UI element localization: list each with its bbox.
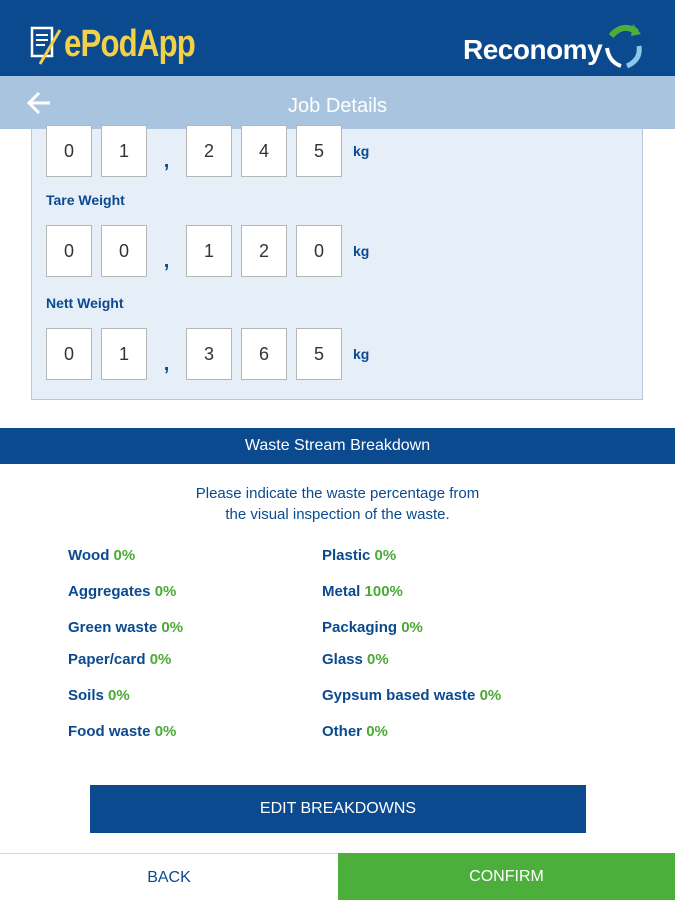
waste-item-label: Aggregates: [68, 583, 151, 600]
title-bar: Job Details: [0, 76, 675, 129]
gross-weight-row: 0 1 , 2 4 5 kg: [46, 125, 369, 177]
tare-weight-label: Tare Weight: [46, 192, 125, 208]
waste-item-value: 0%: [401, 619, 423, 636]
waste-item-glass: Glass 0%: [322, 651, 389, 668]
waste-item-value: 0%: [113, 547, 136, 564]
gross-digit-2[interactable]: 1: [101, 125, 147, 177]
waste-item-packaging: Packaging 0%: [322, 619, 423, 636]
waste-item-value: 0%: [108, 687, 130, 704]
nett-digit-5[interactable]: 5: [296, 328, 342, 380]
waste-item-green-waste: Green waste 0%: [68, 619, 183, 636]
decimal-separator: ,: [163, 353, 170, 375]
app-header: ePodApp Reconomy: [0, 0, 675, 76]
waste-stream-header: Waste Stream Breakdown: [0, 428, 675, 464]
waste-item-value: 0%: [366, 723, 388, 740]
tare-digit-2[interactable]: 0: [101, 225, 147, 277]
recycle-icon: [605, 24, 642, 69]
waste-item-label: Soils: [68, 687, 104, 704]
edit-breakdowns-button[interactable]: EDIT BREAKDOWNS: [90, 785, 586, 833]
decimal-separator: ,: [163, 250, 170, 272]
waste-item-other: Other 0%: [322, 723, 388, 740]
nett-weight-label: Nett Weight: [46, 295, 124, 311]
waste-item-label: Gypsum based waste: [322, 687, 476, 704]
waste-item-paper-card: Paper/card 0%: [68, 651, 171, 668]
bottom-action-bar: BACK CONFIRM: [0, 853, 675, 900]
reconomy-logo-text: Reconomy: [463, 34, 603, 65]
nett-weight-row: 0 1 , 3 6 5 kg: [46, 328, 369, 380]
waste-item-value: 0%: [374, 547, 397, 564]
back-arrow-icon[interactable]: [22, 86, 58, 120]
waste-item-label: Metal: [322, 583, 361, 600]
waste-item-label: Glass: [322, 651, 363, 668]
back-button[interactable]: BACK: [0, 853, 338, 900]
waste-item-value: 0%: [154, 583, 177, 600]
weights-panel: 0 1 , 2 4 5 kg Tare Weight 0 0 , 1 2 0 k…: [31, 125, 643, 400]
tare-digit-5[interactable]: 0: [296, 225, 342, 277]
nett-unit: kg: [353, 346, 370, 362]
tare-digit-4[interactable]: 2: [241, 225, 287, 277]
waste-item-label: Food waste: [68, 723, 151, 740]
waste-item-value: 0%: [154, 723, 177, 740]
confirm-button[interactable]: CONFIRM: [338, 853, 675, 900]
waste-item-label: Paper/card: [68, 651, 146, 668]
decimal-separator: ,: [163, 150, 170, 172]
epodapp-logo-text: ePodApp: [64, 23, 196, 65]
tare-digit-3[interactable]: 1: [186, 225, 232, 277]
nett-digit-3[interactable]: 3: [186, 328, 232, 380]
instruction-line-1: Please indicate the waste percentage fro…: [195, 485, 480, 502]
waste-item-plastic: Plastic 0%: [322, 547, 396, 564]
waste-item-metal: Metal 100%: [322, 583, 403, 600]
waste-item-soils: Soils 0%: [68, 687, 130, 704]
gross-digit-4[interactable]: 4: [241, 125, 287, 177]
waste-instruction: Please indicate the waste percentage fro…: [0, 483, 675, 525]
waste-item-value: 0%: [161, 619, 184, 636]
nett-digit-4[interactable]: 6: [241, 328, 287, 380]
waste-item-label: Other: [322, 723, 363, 740]
waste-item-aggregates: Aggregates 0%: [68, 583, 176, 600]
tare-weight-row: 0 0 , 1 2 0 kg: [46, 225, 369, 277]
waste-item-label: Packaging: [322, 619, 398, 636]
waste-item-label: Plastic: [322, 547, 371, 564]
gross-digit-5[interactable]: 5: [296, 125, 342, 177]
instruction-line-2: the visual inspection of the waste.: [225, 506, 450, 523]
epodapp-logo: ePodApp: [30, 24, 224, 74]
gross-digit-3[interactable]: 2: [186, 125, 232, 177]
waste-item-value: 0%: [479, 687, 502, 704]
gross-digit-1[interactable]: 0: [46, 125, 92, 177]
document-pen-icon: [30, 24, 62, 65]
nett-digit-2[interactable]: 1: [101, 328, 147, 380]
waste-item-gypsum: Gypsum based waste 0%: [322, 687, 501, 704]
tare-unit: kg: [353, 243, 370, 259]
waste-item-label: Green waste: [68, 619, 158, 636]
nett-digit-1[interactable]: 0: [46, 328, 92, 380]
waste-item-value: 100%: [364, 583, 403, 600]
reconomy-logo: Reconomy: [463, 22, 643, 74]
waste-item-value: 0%: [149, 651, 172, 668]
waste-item-wood: Wood 0%: [68, 547, 135, 564]
waste-item-label: Wood: [68, 547, 110, 564]
waste-item-food-waste: Food waste 0%: [68, 723, 176, 740]
waste-item-value: 0%: [367, 651, 389, 668]
tare-digit-1[interactable]: 0: [46, 225, 92, 277]
gross-unit: kg: [353, 143, 370, 159]
